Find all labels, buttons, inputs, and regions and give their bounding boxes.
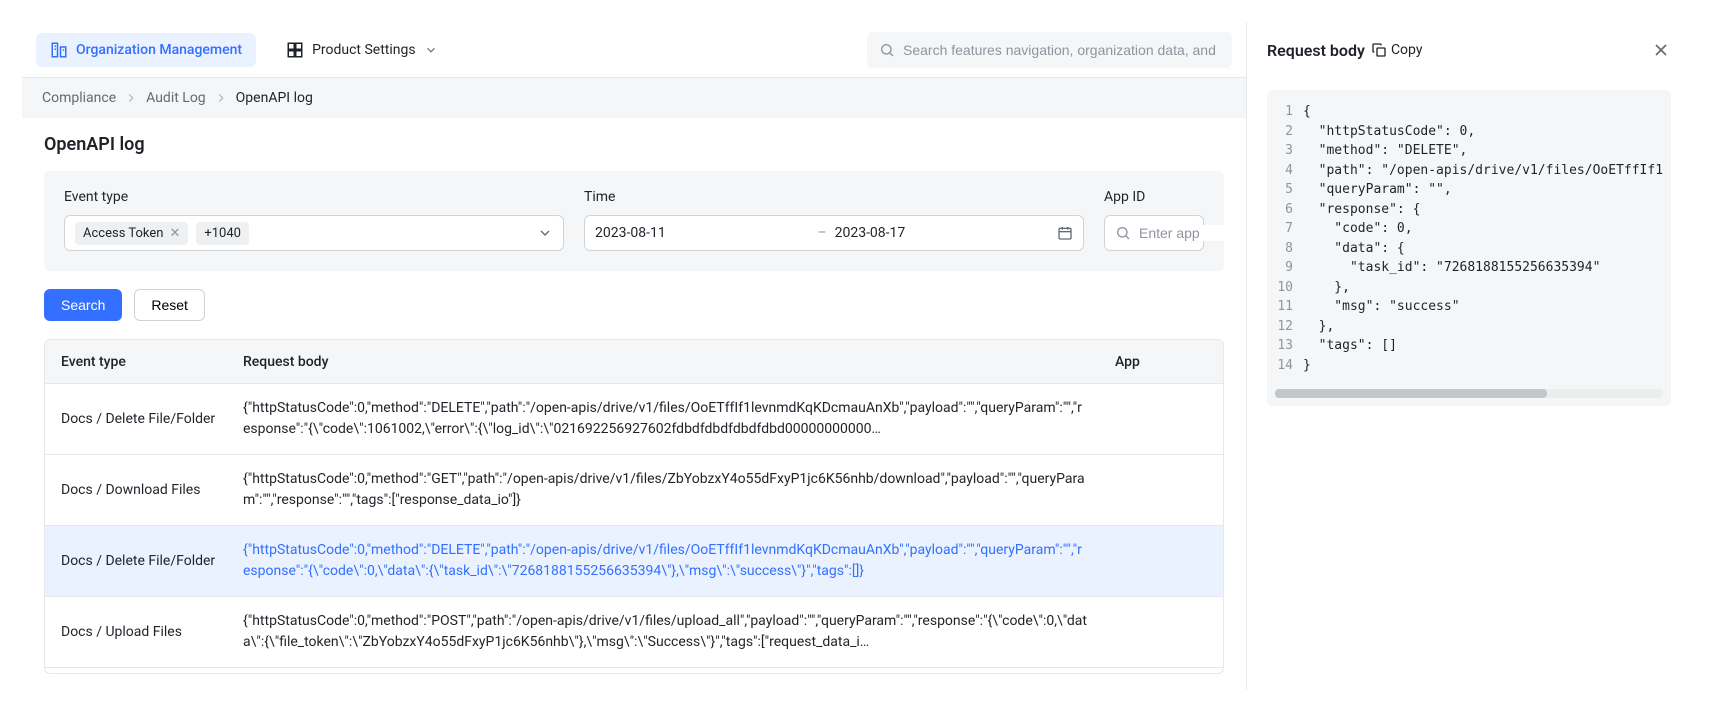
chip-label: Access Token <box>83 226 163 241</box>
appid-input-wrap[interactable] <box>1104 215 1204 251</box>
event-type-chip-more[interactable]: +1040 <box>196 222 249 245</box>
request-body-panel: Request body Copy 1234567891011121314 { … <box>1246 22 1691 690</box>
table-row[interactable]: Docs / Delete File/Folder{"httpStatusCod… <box>45 384 1223 455</box>
global-search-input[interactable] <box>903 42 1220 58</box>
filter-bar: Event type Access Token ✕ +1040 <box>44 171 1224 271</box>
copy-label[interactable]: Copy <box>1391 42 1423 58</box>
cell-request-body[interactable]: {"httpStatusCode":0,"method":"GET","path… <box>243 469 1103 511</box>
date-to[interactable]: 2023-08-17 <box>835 225 1049 241</box>
table-row[interactable]: Docs / Delete File/Folder{"httpStatusCod… <box>45 526 1223 597</box>
code-block: 1234567891011121314 { "httpStatusCode": … <box>1267 90 1671 406</box>
chevron-down-icon <box>424 43 438 57</box>
calendar-icon[interactable] <box>1057 225 1073 241</box>
time-label: Time <box>584 189 1084 205</box>
breadcrumb-current: OpenAPI log <box>236 90 313 106</box>
chevron-down-icon <box>537 225 553 241</box>
org-mgmt-label: Organization Management <box>76 42 242 58</box>
breadcrumb-audit-log[interactable]: Audit Log <box>146 90 206 106</box>
reset-button[interactable]: Reset <box>134 289 205 321</box>
event-type-select[interactable]: Access Token ✕ +1040 <box>64 215 564 251</box>
time-range-select[interactable]: 2023-08-11 – 2023-08-17 <box>584 215 1084 251</box>
horizontal-scrollbar[interactable] <box>1275 389 1663 398</box>
global-search[interactable] <box>867 32 1232 68</box>
cell-request-body[interactable]: {"httpStatusCode":0,"method":"POST","pat… <box>243 611 1103 653</box>
cell-request-body[interactable]: {"httpStatusCode":0,"method":"DELETE","p… <box>243 540 1103 582</box>
product-settings-label: Product Settings <box>312 42 416 58</box>
table-row[interactable]: Docs / Upload Files{"httpStatusCode":0,"… <box>45 597 1223 668</box>
page-title: OpenAPI log <box>44 134 1224 155</box>
code-content[interactable]: { "httpStatusCode": 0, "method": "DELETE… <box>1303 102 1671 375</box>
org-mgmt-tab[interactable]: Organization Management <box>36 33 256 67</box>
table-row[interactable]: Docs / Download Files{"httpStatusCode":0… <box>45 455 1223 526</box>
event-type-label: Event type <box>64 189 564 205</box>
search-icon <box>879 42 895 58</box>
org-icon <box>50 41 68 59</box>
results-table: Event type Request body App Docs / Delet… <box>44 339 1224 674</box>
product-settings-tab[interactable]: Product Settings <box>278 33 446 67</box>
date-separator: – <box>817 225 826 241</box>
date-from[interactable]: 2023-08-11 <box>595 225 809 241</box>
product-icon <box>286 41 304 59</box>
line-numbers: 1234567891011121314 <box>1267 102 1303 375</box>
th-app: App <box>1103 354 1223 370</box>
close-icon[interactable]: ✕ <box>169 226 180 241</box>
chip-label: +1040 <box>204 226 241 241</box>
search-icon <box>1115 225 1131 241</box>
chevron-right-icon <box>214 91 228 105</box>
th-request-body: Request body <box>243 354 1103 370</box>
chevron-right-icon <box>124 91 138 105</box>
cell-event-type: Docs / Delete File/Folder <box>45 553 243 569</box>
appid-label: App ID <box>1104 189 1204 205</box>
cell-request-body[interactable]: {"httpStatusCode":0,"method":"DELETE","p… <box>243 398 1103 440</box>
event-type-chip[interactable]: Access Token ✕ <box>75 222 188 245</box>
search-button[interactable]: Search <box>44 289 122 321</box>
breadcrumb: Compliance Audit Log OpenAPI log <box>22 78 1246 118</box>
close-icon[interactable] <box>1651 40 1671 60</box>
th-event-type: Event type <box>45 354 243 370</box>
cell-event-type: Docs / Delete File/Folder <box>45 411 243 427</box>
table-header: Event type Request body App <box>45 340 1223 384</box>
cell-event-type: Docs / Upload Files <box>45 624 243 640</box>
copy-icon[interactable] <box>1371 42 1387 58</box>
sidepanel-title: Request body <box>1267 41 1365 60</box>
breadcrumb-compliance[interactable]: Compliance <box>42 90 116 106</box>
topbar: Organization Management Product Settings <box>22 22 1246 78</box>
cell-event-type: Docs / Download Files <box>45 482 243 498</box>
